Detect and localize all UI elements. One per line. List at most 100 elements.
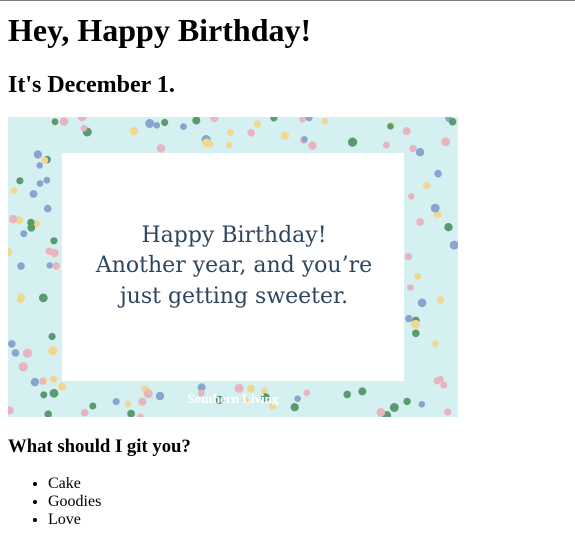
confetti-dot xyxy=(29,190,38,198)
confetti-dot xyxy=(180,123,187,130)
confetti-dot xyxy=(437,296,445,304)
confetti-dot xyxy=(405,314,413,323)
confetti-dot xyxy=(321,118,329,125)
confetti-dot xyxy=(16,177,24,185)
confetti-dot xyxy=(416,218,425,226)
confetti-dot xyxy=(49,388,59,398)
confetti-dot xyxy=(48,332,56,341)
confetti-dot xyxy=(43,204,52,213)
confetti-dot xyxy=(404,252,412,261)
confetti-dot xyxy=(409,144,417,153)
confetti-dot xyxy=(303,389,311,397)
birthday-card-image: Happy Birthday! Another year, and you’re… xyxy=(8,117,458,417)
confetti-dot xyxy=(59,117,69,126)
confetti-dot xyxy=(50,237,58,245)
confetti-dot xyxy=(343,390,352,399)
confetti-dot xyxy=(40,391,48,399)
confetti-dot xyxy=(301,136,308,143)
confetti-dot xyxy=(444,408,452,416)
card-message-line-3: just getting sweeter. xyxy=(117,284,348,309)
list-item: Goodies xyxy=(48,493,567,511)
confetti-dot xyxy=(46,262,53,269)
card-message-line-2: Another year, and you’re xyxy=(95,253,372,278)
confetti-dot xyxy=(20,230,28,238)
date-heading: It's December 1. xyxy=(8,72,175,98)
confetti-dot xyxy=(308,141,317,150)
confetti-dot xyxy=(225,141,233,149)
confetti-dot xyxy=(434,169,442,178)
confetti-dot xyxy=(383,141,390,149)
confetti-dot xyxy=(348,137,358,147)
confetti-dot xyxy=(253,120,262,128)
confetti-dot xyxy=(161,118,169,127)
birthday-card-graphic: Happy Birthday! Another year, and you’re… xyxy=(8,117,458,417)
confetti-dot xyxy=(89,402,97,410)
confetti-dot xyxy=(39,378,46,385)
confetti-dot xyxy=(153,122,161,129)
confetti-dot xyxy=(433,376,442,385)
confetti-dot xyxy=(30,377,40,387)
gift-list: Cake Goodies Love xyxy=(8,475,567,529)
confetti-dot xyxy=(412,329,420,338)
confetti-dot xyxy=(444,223,453,232)
confetti-dot xyxy=(226,129,234,137)
confetti-dot xyxy=(280,131,290,140)
confetti-dot xyxy=(112,398,120,406)
confetti-dot xyxy=(407,284,414,291)
confetti-dot xyxy=(48,346,58,356)
confetti-dot xyxy=(43,176,51,184)
card-brand-logo: Southern Living xyxy=(188,391,279,406)
confetti-dot xyxy=(36,162,43,169)
confetti-dot xyxy=(358,387,367,396)
confetti-dot xyxy=(414,272,421,280)
confetti-dot xyxy=(143,389,153,399)
confetti-dot xyxy=(36,180,44,187)
confetti-dot xyxy=(50,375,58,383)
confetti-dot xyxy=(27,218,35,227)
confetti-dot xyxy=(80,124,88,132)
confetti-dot xyxy=(45,247,53,255)
confetti-dot xyxy=(402,127,411,136)
confetti-dot xyxy=(418,401,426,408)
confetti-dot xyxy=(145,119,155,128)
card-message-line-1: Happy Birthday! xyxy=(141,223,326,248)
confetti-dot xyxy=(41,156,49,164)
confetti-dot xyxy=(17,262,25,270)
confetti-dot xyxy=(389,403,399,412)
confetti-dot xyxy=(247,129,255,137)
confetti-dot xyxy=(33,150,42,159)
list-item: Love xyxy=(48,511,567,529)
confetti-dot xyxy=(51,118,59,126)
confetti-dot xyxy=(441,137,450,147)
confetti-dot xyxy=(80,408,89,417)
confetti-dot xyxy=(52,262,60,270)
confetti-dot xyxy=(417,298,427,308)
confetti-dot xyxy=(411,319,421,329)
confetti-dot xyxy=(376,408,386,417)
confetti-dot xyxy=(9,214,18,224)
confetti-dot xyxy=(11,349,20,357)
confetti-dot xyxy=(430,203,440,213)
confetti-dot xyxy=(432,340,439,348)
confetti-dot xyxy=(155,391,165,401)
confetti-dot xyxy=(448,117,457,126)
gift-question: What should I git you? xyxy=(8,436,191,457)
confetti-dot xyxy=(18,362,28,372)
confetti-dot xyxy=(202,138,212,148)
confetti-dot xyxy=(440,381,448,389)
confetti-dot xyxy=(415,148,425,157)
confetti-dot xyxy=(22,348,32,358)
confetti-dot xyxy=(290,403,299,412)
confetti-dot xyxy=(156,144,166,153)
page-title: Hey, Happy Birthday! xyxy=(8,12,312,48)
page: Hey, Happy Birthday! It's December 1. Ha… xyxy=(0,12,575,529)
confetti-dot xyxy=(387,123,394,130)
confetti-dot xyxy=(138,397,147,406)
confetti-dot xyxy=(124,400,132,408)
confetti-dot xyxy=(129,126,139,136)
confetti-dot xyxy=(38,293,48,303)
confetti-dot xyxy=(10,187,18,194)
confetti-dot xyxy=(58,382,67,391)
confetti-dot xyxy=(17,296,24,304)
confetti-dot xyxy=(423,182,431,190)
